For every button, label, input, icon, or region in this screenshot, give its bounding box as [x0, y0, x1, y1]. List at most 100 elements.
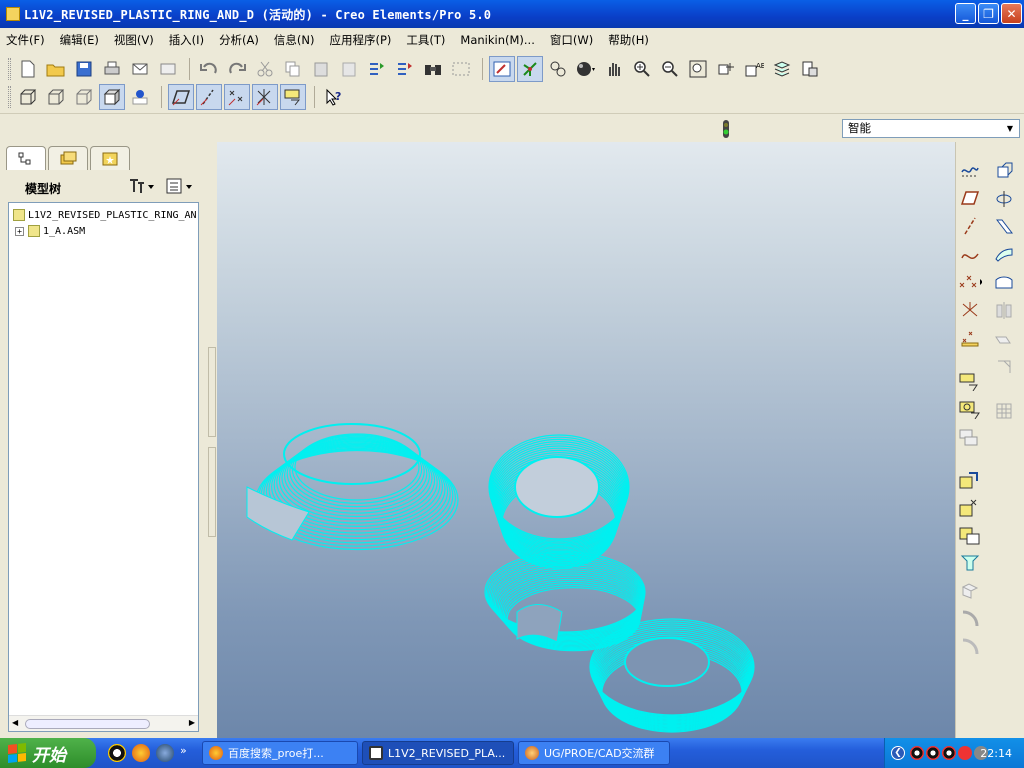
task-baidu-search[interactable]: 百度搜索_proe打... [202, 741, 358, 765]
cut-button[interactable] [252, 56, 278, 82]
zoom-in-button[interactable] [629, 56, 655, 82]
send-link-button[interactable] [155, 56, 181, 82]
menu-file[interactable]: 文件(F) [6, 32, 45, 48]
csys-display-button[interactable] [252, 84, 278, 110]
repaint-button[interactable] [489, 56, 515, 82]
datum-plane-button[interactable] [958, 186, 982, 210]
start-button[interactable]: 开始 [0, 738, 96, 768]
shading-button[interactable] [573, 56, 599, 82]
pattern-button[interactable] [992, 398, 1016, 422]
qq-tray-icon[interactable] [926, 746, 940, 760]
splitter-handle[interactable] [208, 347, 216, 437]
restore-button[interactable]: ❐ [978, 3, 999, 24]
tree-item-1-a-asm[interactable]: + 1_A.ASM [15, 223, 85, 239]
extrude-button[interactable] [992, 158, 1016, 182]
regen-manager-button[interactable] [392, 56, 418, 82]
tree-columns-icon[interactable] [166, 177, 196, 195]
paste-special-button[interactable] [336, 56, 362, 82]
datum-point-display-button[interactable] [224, 84, 250, 110]
hidden-line-button[interactable] [43, 84, 69, 110]
qq-tray-icon[interactable] [942, 746, 956, 760]
menu-info[interactable]: 信息(N) [274, 32, 315, 48]
task-qq-group[interactable]: UG/PROE/CAD交流群 [518, 741, 670, 765]
menu-insert[interactable]: 插入(I) [169, 32, 204, 48]
send-mail-button[interactable] [127, 56, 153, 82]
menu-analysis[interactable]: 分析(A) [219, 32, 259, 48]
zoom-out-button[interactable] [657, 56, 683, 82]
firefox-icon[interactable] [132, 744, 150, 762]
annotation-feature-button[interactable] [958, 370, 982, 394]
shaded-button[interactable] [99, 84, 125, 110]
scrollbar-thumb[interactable] [25, 719, 150, 729]
new-file-button[interactable] [15, 56, 41, 82]
redo-button[interactable] [224, 56, 250, 82]
datum-axis-button[interactable] [958, 214, 982, 238]
tab-model-tree[interactable] [6, 146, 46, 170]
task-creo-window[interactable]: L1V2_REVISED_PLA... [362, 741, 514, 765]
qq-icon[interactable] [108, 744, 126, 762]
print-button[interactable] [99, 56, 125, 82]
selection-filter-select[interactable]: 智能 ▼ [842, 119, 1020, 138]
tray-expand-icon[interactable]: ❮ [891, 746, 905, 760]
menu-edit[interactable]: 编辑(E) [60, 32, 99, 48]
datum-axis-display-button[interactable] [196, 84, 222, 110]
pan-button[interactable] [601, 56, 627, 82]
view-manager-button[interactable] [797, 56, 823, 82]
minimize-button[interactable]: _ [955, 3, 976, 24]
mirror-button[interactable] [992, 298, 1016, 322]
browser-icon[interactable] [156, 744, 174, 762]
sketch-tools-button[interactable] [958, 158, 982, 182]
trim-button[interactable] [992, 354, 1016, 378]
antivirus-tray-icon[interactable] [958, 746, 972, 760]
orient-mode-button[interactable] [545, 56, 571, 82]
style-button[interactable] [992, 270, 1016, 294]
annotation-display-button[interactable] [280, 84, 306, 110]
menu-tools[interactable]: 工具(T) [406, 32, 445, 48]
regenerate-button[interactable] [364, 56, 390, 82]
splitter-handle[interactable] [208, 447, 216, 537]
note-button[interactable] [958, 398, 982, 422]
menu-applications[interactable]: 应用程序(P) [329, 32, 391, 48]
variable-sweep-button[interactable] [992, 214, 1016, 238]
wireframe-button[interactable] [15, 84, 41, 110]
csys-button[interactable] [958, 298, 982, 322]
layers-button[interactable] [769, 56, 795, 82]
round-button[interactable] [958, 606, 982, 630]
tab-folder-browser[interactable] [48, 146, 88, 170]
context-help-button[interactable]: ? [321, 84, 347, 110]
chamfer-button[interactable] [958, 634, 982, 658]
merge-button[interactable] [992, 326, 1016, 350]
scroll-left-icon[interactable]: ◀ [12, 718, 18, 727]
menu-help[interactable]: 帮助(H) [608, 32, 649, 48]
graphics-viewport[interactable] [217, 142, 955, 738]
hole-button[interactable] [958, 578, 982, 602]
menu-window[interactable]: 窗口(W) [550, 32, 593, 48]
spin-center-button[interactable] [517, 56, 543, 82]
paste-button[interactable] [308, 56, 334, 82]
revolve-button[interactable] [992, 186, 1016, 210]
analysis-feature-button[interactable] [958, 326, 982, 350]
open-file-button[interactable] [43, 56, 69, 82]
symbol-button[interactable] [958, 426, 982, 450]
component-package-button[interactable] [958, 524, 982, 548]
tree-horizontal-scrollbar[interactable]: ◀ ▶ [9, 715, 198, 731]
boundary-blend-button[interactable] [992, 242, 1016, 266]
save-button[interactable] [71, 56, 97, 82]
qq-tray-icon[interactable] [910, 746, 924, 760]
expand-icon[interactable]: + [15, 226, 24, 236]
menu-manikin[interactable]: Manikin(M)... [460, 33, 534, 47]
tree-item-root[interactable]: L1V2_REVISED_PLASTIC_RING_AN [13, 207, 197, 223]
tab-favorites[interactable] [90, 146, 130, 170]
enhanced-realism-button[interactable] [127, 84, 153, 110]
component-assemble-button[interactable] [958, 468, 982, 492]
saved-views-button[interactable]: AB [741, 56, 767, 82]
tree-settings-icon[interactable] [128, 177, 156, 195]
refit-button[interactable] [685, 56, 711, 82]
datum-curve-button[interactable] [958, 242, 982, 266]
select-box-button[interactable] [448, 56, 474, 82]
copy-button[interactable] [280, 56, 306, 82]
panel-splitter[interactable] [207, 142, 217, 738]
undo-button[interactable] [196, 56, 222, 82]
quick-launch-expand-icon[interactable]: » [180, 744, 187, 762]
cut-feature-button[interactable] [958, 550, 982, 574]
